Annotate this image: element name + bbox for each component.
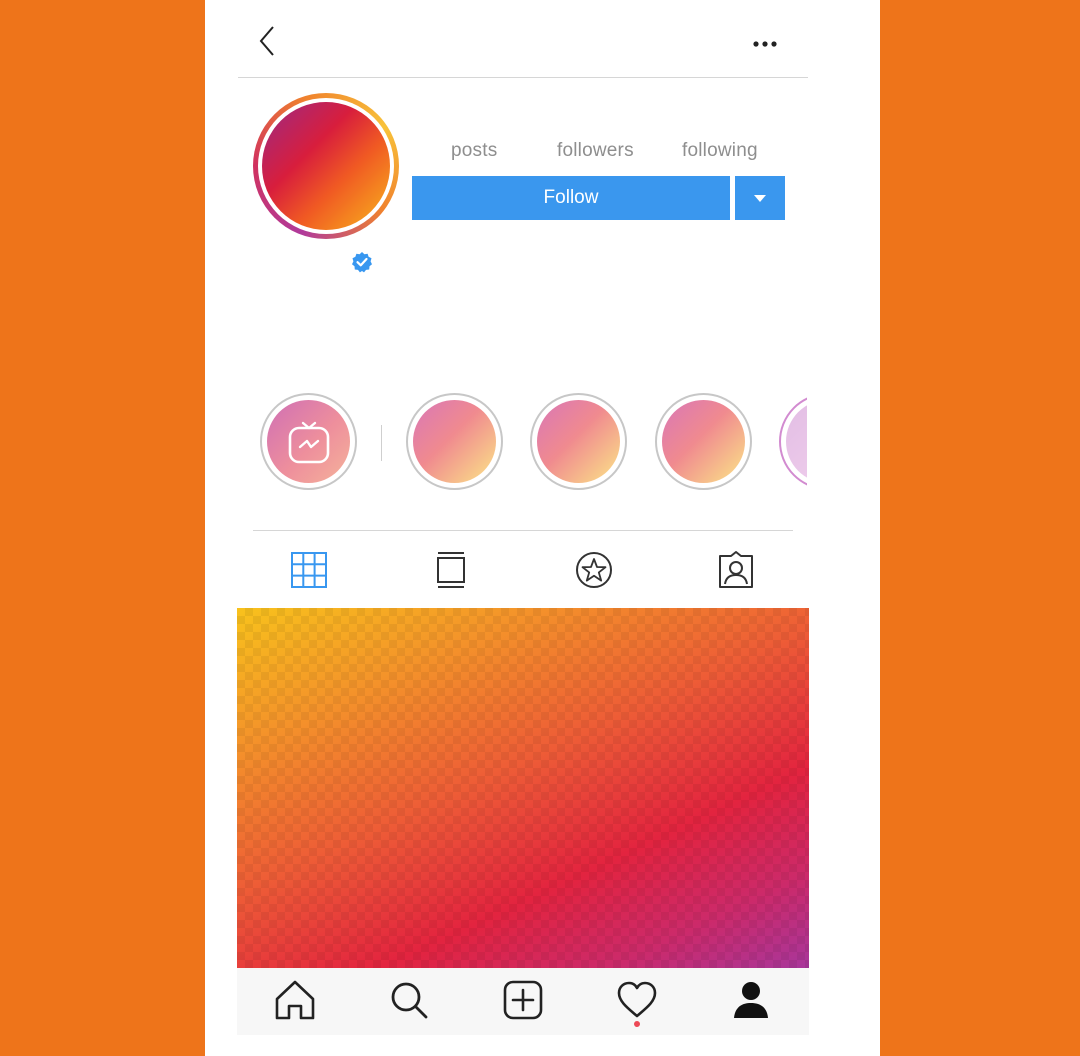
nav-profile-button[interactable] <box>729 978 773 1022</box>
highlight-item[interactable] <box>406 393 503 490</box>
search-icon <box>391 982 428 1019</box>
igtv-tab-icon <box>437 552 465 588</box>
nav-search-button[interactable] <box>387 978 431 1022</box>
heart-icon <box>617 981 657 1018</box>
home-icon <box>275 980 315 1020</box>
highlight-item[interactable] <box>530 393 627 490</box>
star-icon <box>576 552 612 588</box>
tab-grid[interactable] <box>289 550 329 590</box>
bottom-navigation <box>237 968 809 1035</box>
more-options-button[interactable] <box>749 34 781 54</box>
follow-button[interactable]: Follow <box>412 176 730 220</box>
suggestions-dropdown-button[interactable] <box>735 176 785 220</box>
highlight-item[interactable] <box>779 393 807 490</box>
nav-home-button[interactable] <box>273 978 317 1022</box>
more-horizontal-icon <box>753 41 777 47</box>
tab-saved[interactable] <box>574 550 614 590</box>
tagged-icon <box>719 551 753 588</box>
header-divider <box>238 77 808 78</box>
profile-icon <box>734 982 768 1018</box>
grid-icon <box>291 552 327 588</box>
back-button[interactable] <box>257 24 281 58</box>
highlight-divider <box>381 425 382 461</box>
tab-igtv[interactable] <box>431 550 471 590</box>
following-label[interactable]: following <box>682 140 758 162</box>
avatar[interactable] <box>262 102 390 230</box>
verified-badge-icon <box>351 251 373 273</box>
posts-label[interactable]: posts <box>451 140 497 162</box>
followers-label[interactable]: followers <box>557 140 634 162</box>
tabs-divider <box>253 530 793 531</box>
profile-screen: posts followers following Follow <box>205 0 880 1056</box>
post-thumbnail[interactable] <box>237 608 809 968</box>
igtv-icon <box>288 421 330 464</box>
nav-activity-button[interactable] <box>615 978 659 1022</box>
add-post-icon <box>503 980 543 1020</box>
tab-tagged[interactable] <box>716 550 756 590</box>
highlight-item[interactable] <box>655 393 752 490</box>
nav-add-post-button[interactable] <box>501 978 545 1022</box>
caret-down-icon <box>754 194 766 202</box>
chevron-left-icon <box>259 26 274 56</box>
notification-dot <box>634 1021 640 1027</box>
highlight-igtv[interactable] <box>260 393 357 490</box>
